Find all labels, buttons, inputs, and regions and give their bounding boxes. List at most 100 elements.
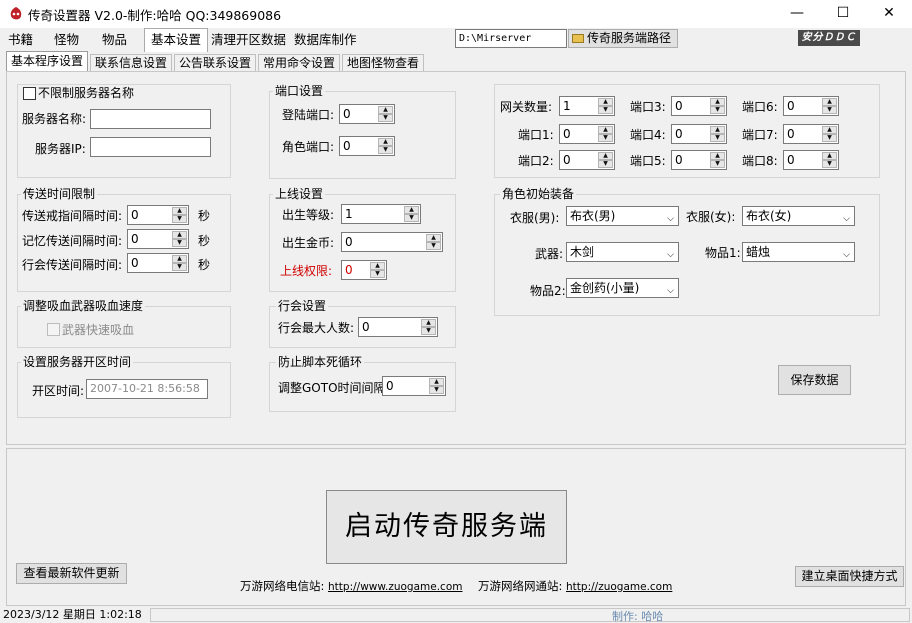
port2-label: 端口2:	[518, 154, 554, 168]
server-ip-input[interactable]	[90, 137, 211, 157]
port6-input[interactable]: 0 ▲ ▼	[783, 96, 839, 116]
unlimited-name-label: 不限制服务器名称	[38, 85, 137, 101]
status-author: 制作: 哈哈	[612, 610, 664, 623]
goto-interval-label: 调整GOTO时间间隔:	[278, 381, 390, 395]
close-button[interactable]: ✕	[866, 0, 912, 28]
server-name-label: 服务器名称:	[22, 112, 87, 126]
gateway-count-input[interactable]: 1 ▲ ▼	[559, 96, 615, 116]
ring-teleport-unit: 秒	[198, 209, 211, 223]
create-shortcut-button[interactable]: 建立桌面快捷方式	[795, 566, 904, 587]
port1-input[interactable]: 0 ▲ ▼	[559, 124, 615, 144]
chevron-down-icon: ⌵	[667, 214, 674, 224]
tab-items[interactable]: 物品	[96, 30, 133, 51]
weapon-select[interactable]: 木剑 ⌵	[566, 242, 679, 262]
role-port-input[interactable]: 0 ▲ ▼	[339, 136, 395, 156]
memory-teleport-input[interactable]: 0 ▲ ▼	[127, 229, 189, 249]
port7-input[interactable]: 0 ▲ ▼	[783, 124, 839, 144]
server-path-button[interactable]: 传奇服务端路径	[568, 29, 678, 48]
folder-icon	[572, 34, 584, 43]
online-group-title: 上线设置	[273, 187, 326, 201]
subtab-basic-program[interactable]: 基本程序设置	[6, 51, 89, 72]
telecom-link-prefix: 万游网络电信站:	[240, 579, 325, 593]
fast-vampire-label: 武器快速吸血	[62, 323, 135, 337]
port3-label: 端口3:	[630, 100, 666, 114]
open-time-label: 开区时间:	[32, 384, 85, 398]
open-time-group-title: 设置服务器开区时间	[21, 355, 134, 369]
open-time-input[interactable]: 2007-10-21 8:56:58	[86, 379, 208, 399]
port4-input[interactable]: 0 ▲ ▼	[671, 124, 727, 144]
maximize-button[interactable]: ☐	[820, 0, 866, 28]
chevron-down-icon: ⌵	[843, 214, 850, 224]
telecom-link-row: 万游网络电信站: http://www.zuogame.com	[240, 578, 462, 595]
port3-input[interactable]: 0 ▲ ▼	[671, 96, 727, 116]
unlimited-name-checkbox[interactable]	[23, 87, 36, 100]
login-port-input[interactable]: 0 ▲ ▼	[339, 104, 395, 124]
subtab-map-monsters[interactable]: 地图怪物查看	[342, 54, 425, 72]
gateway-count-label: 网关数量:	[500, 100, 553, 114]
netcom-link-row: 万游网络网通站: http://zuogame.com	[478, 578, 672, 595]
guild-teleport-unit: 秒	[198, 258, 211, 272]
login-port-label: 登陆端口:	[282, 108, 335, 122]
port5-input[interactable]: 0 ▲ ▼	[671, 150, 727, 170]
netcom-link-prefix: 万游网络网通站:	[478, 579, 563, 593]
ring-teleport-input[interactable]: 0 ▲ ▼	[127, 205, 189, 225]
telecom-link[interactable]: http://www.zuogame.com	[328, 581, 462, 593]
male-clothes-label: 衣服(男):	[510, 211, 560, 225]
subtab-notice[interactable]: 公告联系设置	[174, 54, 257, 72]
port1-label: 端口1:	[518, 128, 554, 142]
start-gold-input[interactable]: 0 ▲ ▼	[341, 232, 443, 252]
save-data-button[interactable]: 保存数据	[778, 365, 851, 395]
memory-teleport-unit: 秒	[198, 234, 211, 248]
weapon-label: 武器:	[535, 247, 564, 261]
female-clothes-select[interactable]: 布衣(女) ⌵	[742, 206, 855, 226]
subtab-contact-info[interactable]: 联系信息设置	[90, 54, 173, 72]
status-panel	[150, 608, 910, 622]
fast-vampire-checkbox[interactable]	[47, 323, 60, 336]
guild-max-input[interactable]: 0 ▲ ▼	[358, 317, 438, 337]
male-clothes-select[interactable]: 布衣(男) ⌵	[566, 206, 679, 226]
tab-basic-settings[interactable]: 基本设置	[144, 28, 209, 52]
minimize-button[interactable]: —	[774, 0, 820, 28]
start-server-button[interactable]: 启动传奇服务端	[326, 490, 567, 564]
port8-input[interactable]: 0 ▲ ▼	[783, 150, 839, 170]
logo: 安分ＤＤＣ	[798, 30, 860, 46]
memory-teleport-label: 记忆传送间隔时间:	[22, 234, 123, 248]
online-permission-label: 上线权限:	[280, 264, 333, 278]
check-update-button[interactable]: 查看最新软件更新	[16, 563, 127, 584]
start-level-input[interactable]: 1 ▲ ▼	[341, 204, 421, 224]
port4-label: 端口4:	[630, 128, 666, 142]
female-clothes-label: 衣服(女):	[686, 210, 736, 224]
item2-label: 物品2:	[530, 284, 566, 298]
ring-teleport-label: 传送戒指间隔时间:	[22, 209, 123, 223]
chevron-down-icon: ⌵	[667, 286, 674, 296]
ports-group-title: 端口设置	[273, 84, 326, 98]
server-name-input[interactable]	[90, 109, 211, 129]
netcom-link[interactable]: http://zuogame.com	[566, 581, 672, 593]
port6-label: 端口6:	[742, 100, 778, 114]
item1-select[interactable]: 蜡烛 ⌵	[742, 242, 855, 262]
online-permission-input[interactable]: 0 ▲ ▼	[341, 260, 387, 280]
window-title: 传奇设置器 V2.0-制作:哈哈 QQ:349869086	[28, 8, 282, 23]
chevron-down-icon: ⌵	[667, 250, 674, 260]
goto-interval-input[interactable]: 0 ▲ ▼	[382, 376, 446, 396]
tab-database[interactable]: 数据库制作	[288, 30, 363, 51]
port8-label: 端口8:	[742, 154, 778, 168]
tab-monsters[interactable]: 怪物	[48, 30, 85, 51]
tab-books[interactable]: 书籍	[2, 30, 39, 51]
equip-group-title: 角色初始装备	[500, 187, 577, 201]
role-port-label: 角色端口:	[282, 140, 335, 154]
vampire-group-title: 调整吸血武器吸血速度	[21, 299, 146, 313]
port7-label: 端口7:	[742, 128, 778, 142]
server-ip-label: 服务器IP:	[35, 142, 86, 156]
guild-max-label: 行会最大人数:	[278, 321, 355, 335]
chevron-down-icon: ⌵	[843, 250, 850, 260]
start-gold-label: 出生金币:	[282, 236, 335, 250]
status-datetime: 2023/3/12 星期日 1:02:18	[3, 608, 142, 621]
server-path-field[interactable]: D:\Mirserver	[455, 29, 567, 48]
guild-teleport-input[interactable]: 0 ▲ ▼	[127, 253, 189, 273]
tab-clear-data[interactable]: 清理开区数据	[205, 30, 292, 51]
subtab-commands[interactable]: 常用命令设置	[258, 54, 341, 72]
app-icon	[10, 7, 22, 20]
item2-select[interactable]: 金创药(小量) ⌵	[566, 278, 679, 298]
port2-input[interactable]: 0 ▲ ▼	[559, 150, 615, 170]
